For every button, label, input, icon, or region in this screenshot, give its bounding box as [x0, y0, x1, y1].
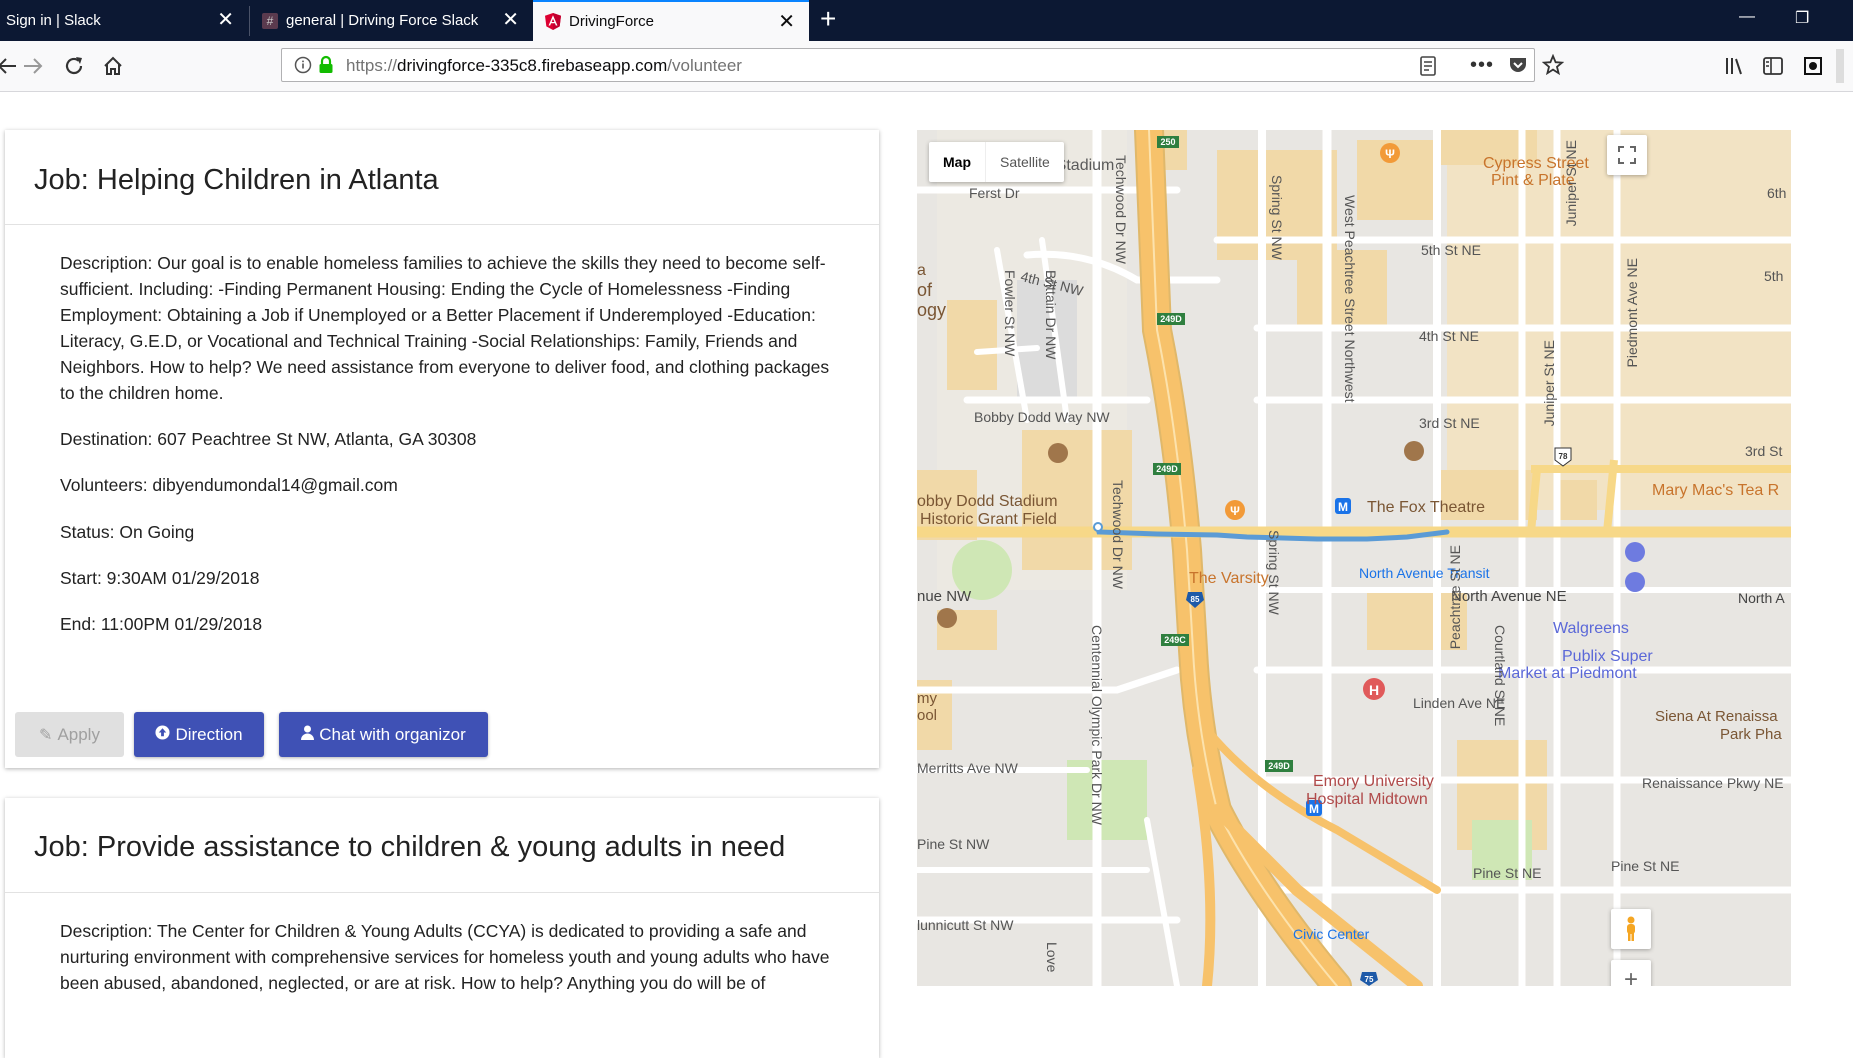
- restore-icon[interactable]: ❐: [1795, 8, 1809, 28]
- home-icon[interactable]: [98, 51, 128, 81]
- job-status: Status: On Going: [60, 522, 195, 542]
- url-text[interactable]: https://drivingforce-335c8.firebaseapp.c…: [346, 56, 742, 76]
- minimize-icon[interactable]: —: [1739, 8, 1755, 26]
- hash-icon: #: [262, 12, 278, 29]
- tab-slack-signin[interactable]: Sign in | Slack ✕: [0, 0, 248, 41]
- tab-drivingforce[interactable]: DrivingForce ✕: [533, 0, 809, 41]
- divider: [5, 224, 879, 225]
- divider: [5, 892, 879, 893]
- job-description: Description: The Center for Children & Y…: [60, 921, 830, 993]
- shopping-marker: [1625, 572, 1645, 592]
- exit-249d-shield: 249D: [1268, 761, 1290, 771]
- interstate-85-shield: 85: [1191, 595, 1200, 604]
- reload-icon[interactable]: [59, 51, 89, 81]
- exit-249c-shield: 249C: [1164, 635, 1186, 645]
- street-view-pegman-icon[interactable]: [1611, 909, 1651, 949]
- tab-label: general | Driving Force Slack: [286, 12, 479, 29]
- screenshot-icon[interactable]: [1798, 51, 1828, 81]
- lock-icon[interactable]: [318, 55, 334, 80]
- bookmark-star-icon[interactable]: [1541, 53, 1565, 81]
- close-tab-icon[interactable]: ✕: [217, 10, 234, 30]
- forward-icon[interactable]: [18, 51, 48, 81]
- us-78-shield: 78: [1559, 452, 1568, 461]
- theatre-marker: [1404, 441, 1424, 461]
- zoom-in-icon[interactable]: +: [1611, 960, 1651, 986]
- tab-label: Sign in | Slack: [6, 12, 101, 29]
- exit-249d-shield: 249D: [1156, 464, 1178, 474]
- fullscreen-icon[interactable]: [1607, 135, 1647, 175]
- browser-toolbar: https://drivingforce-335c8.firebaseapp.c…: [0, 41, 1853, 92]
- pocket-icon[interactable]: [1508, 56, 1528, 79]
- school-marker: [937, 608, 957, 628]
- interstate-75-shield: 75: [1365, 975, 1374, 984]
- job-card: Job: Helping Children in Atlanta Descrip…: [5, 130, 879, 768]
- svg-text:M: M: [1309, 802, 1319, 816]
- angular-icon: [545, 13, 561, 30]
- job-title: Job: Provide assistance to children & yo…: [34, 831, 786, 863]
- toolbar-overflow: [1836, 49, 1844, 83]
- pharmacy-marker: [1625, 542, 1645, 562]
- job-start: Start: 9:30AM 01/29/2018: [60, 568, 260, 588]
- apply-button[interactable]: ✎ Apply: [15, 712, 124, 757]
- job-destination: Destination: 607 Peachtree St NW, Atlant…: [60, 429, 477, 449]
- browser-tab-bar: Sign in | Slack ✕ # general | Driving Fo…: [0, 0, 1853, 41]
- url-bar[interactable]: https://drivingforce-335c8.firebaseapp.c…: [281, 48, 1565, 82]
- map-type-control: Map Satellite: [929, 142, 1064, 182]
- new-tab-icon[interactable]: +: [820, 4, 836, 34]
- url-scheme: https://: [346, 56, 398, 75]
- user-icon: [301, 725, 315, 745]
- direction-label: Direction: [175, 724, 243, 744]
- close-tab-icon[interactable]: ✕: [502, 10, 519, 30]
- direction-button[interactable]: Direction: [134, 712, 264, 757]
- page-actions-icon[interactable]: •••: [1470, 54, 1494, 77]
- tab-general-slack[interactable]: # general | Driving Force Slack ✕: [250, 0, 533, 41]
- edit-icon: ✎: [39, 726, 53, 744]
- exit-249d-shield: 249D: [1160, 314, 1182, 324]
- job-volunteers: Volunteers: dibyendumondal14@gmail.com: [60, 475, 398, 495]
- svg-text:H: H: [1369, 682, 1379, 698]
- svg-text:Ψ: Ψ: [1385, 147, 1395, 161]
- stadium-marker: [1048, 443, 1068, 463]
- route-map[interactable]: 250 249D 249D 249C 249D 85 75 78 Ψ Ψ H M…: [917, 130, 1791, 986]
- job-card: Job: Provide assistance to children & yo…: [5, 798, 879, 1058]
- map-type-satellite-button[interactable]: Satellite: [985, 142, 1064, 182]
- sidebar-icon[interactable]: [1758, 51, 1788, 81]
- map-canvas[interactable]: 250 249D 249D 249C 249D 85 75 78 Ψ Ψ H M…: [917, 130, 1791, 986]
- svg-text:Ψ: Ψ: [1230, 504, 1240, 518]
- tab-label: DrivingForce: [569, 13, 655, 30]
- close-tab-icon[interactable]: ✕: [778, 12, 795, 32]
- info-icon[interactable]: [294, 56, 312, 79]
- job-description: Description: Our goal is to enable homel…: [60, 253, 830, 403]
- chat-organizer-button[interactable]: Chat with organizor: [279, 712, 488, 757]
- job-title: Job: Helping Children in Atlanta: [34, 164, 439, 196]
- svg-text:M: M: [1338, 500, 1348, 514]
- job-end: End: 11:00PM 01/29/2018: [60, 614, 263, 634]
- reader-view-icon[interactable]: [1419, 56, 1437, 81]
- apply-label: Apply: [57, 724, 100, 744]
- url-path: /volunteer: [667, 56, 742, 75]
- library-icon[interactable]: [1720, 51, 1750, 81]
- arrow-circle-up-icon: [155, 724, 170, 745]
- map-type-map-button[interactable]: Map: [929, 142, 985, 182]
- chat-label: Chat with organizor: [319, 724, 466, 744]
- url-host: drivingforce-335c8.firebaseapp.com: [397, 56, 668, 75]
- exit-250-shield: 250: [1160, 137, 1175, 147]
